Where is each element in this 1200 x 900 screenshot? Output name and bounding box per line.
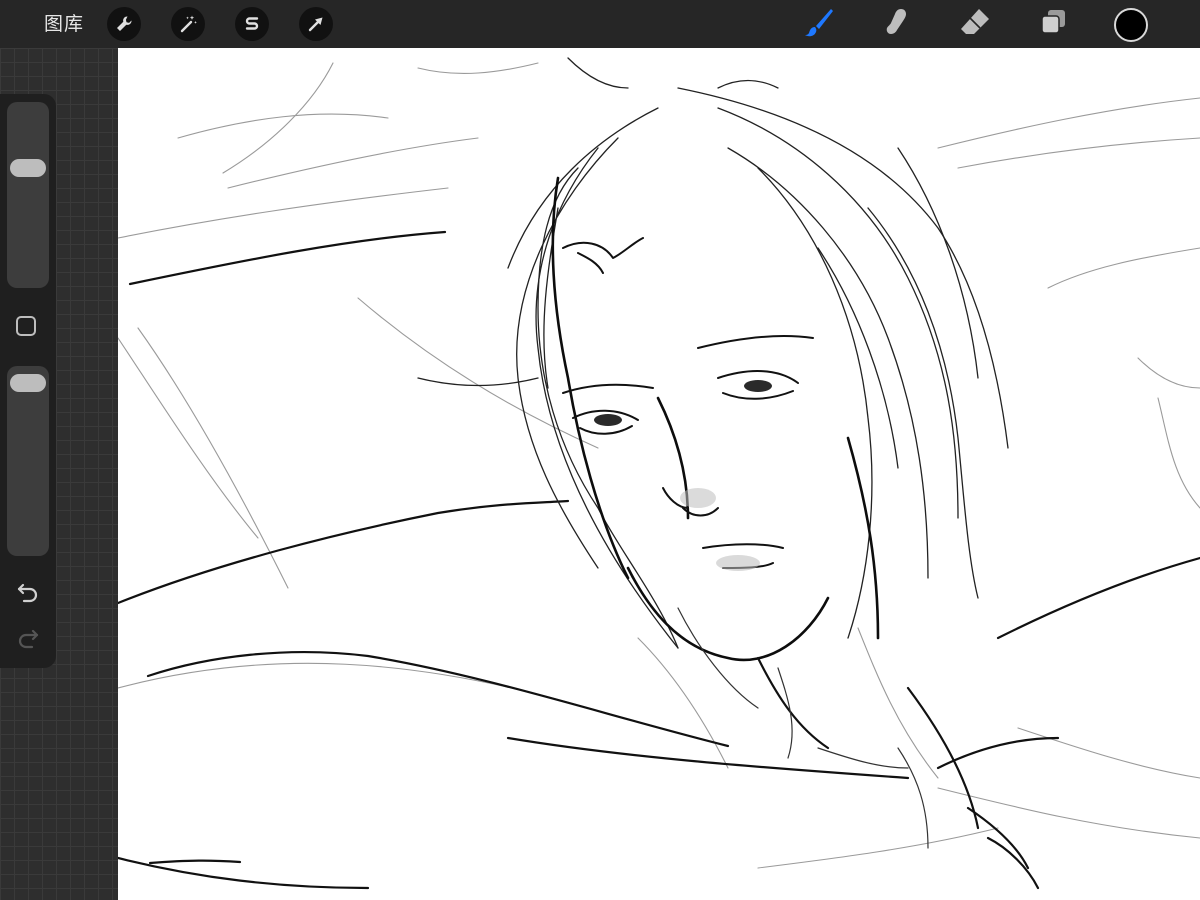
brush-tool-button[interactable]: [800, 6, 836, 42]
arrow-cursor-icon: [306, 14, 326, 34]
redo-icon: [16, 627, 40, 653]
transform-button[interactable]: [299, 7, 333, 41]
smudge-tool-button[interactable]: [878, 6, 914, 42]
sketch-artwork: [118, 57, 1200, 890]
opacity-slider[interactable]: [7, 366, 49, 556]
undo-icon: [16, 581, 40, 607]
layers-icon: [1039, 8, 1067, 40]
drawing-canvas[interactable]: [118, 48, 1200, 900]
layers-button[interactable]: [1035, 6, 1071, 42]
eraser-tool-button[interactable]: [957, 6, 993, 42]
modify-button[interactable]: [16, 316, 36, 336]
wrench-icon: [114, 14, 134, 34]
procreate-app: 图库: [0, 0, 1200, 900]
magic-wand-icon: [178, 14, 198, 34]
brush-size-slider-thumb[interactable]: [10, 158, 46, 177]
eraser-icon: [959, 6, 991, 42]
redo-button[interactable]: [14, 628, 42, 652]
undo-button[interactable]: [14, 582, 42, 606]
brush-icon: [802, 6, 834, 42]
top-toolbar: 图库: [0, 0, 1200, 48]
sidebar: [0, 94, 56, 668]
brush-size-slider[interactable]: [7, 102, 49, 288]
actions-button[interactable]: [107, 7, 141, 41]
color-picker-button[interactable]: [1114, 8, 1148, 42]
selection-s-icon: [242, 14, 262, 34]
opacity-slider-thumb[interactable]: [10, 374, 46, 392]
selection-button[interactable]: [235, 7, 269, 41]
gallery-button[interactable]: 图库: [44, 12, 84, 36]
smudge-finger-icon: [881, 7, 911, 41]
adjustments-button[interactable]: [171, 7, 205, 41]
